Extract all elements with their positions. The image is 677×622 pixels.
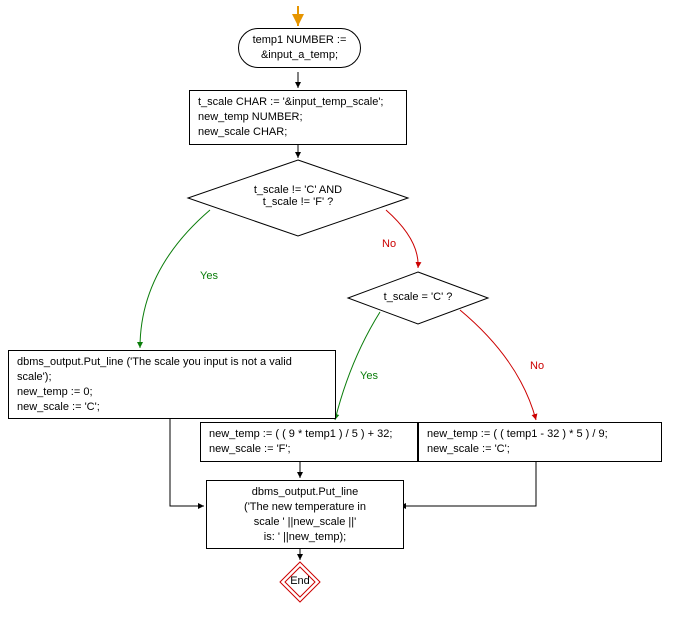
edge-label-no: No xyxy=(382,238,396,250)
node-condition-scale-valid: t_scale != 'C' AND t_scale != 'F' ? xyxy=(232,184,364,208)
node-output: dbms_output.Put_line ('The new temperatu… xyxy=(206,480,404,549)
node-end: End xyxy=(289,575,311,587)
node-convert-c-to-f: new_temp := ( ( 9 * temp1 ) / 5 ) + 32; … xyxy=(200,422,418,462)
node-text: new_temp := ( ( temp1 - 32 ) * 5 ) / 9; … xyxy=(427,428,608,455)
node-text: t_scale != 'C' AND t_scale != 'F' ? xyxy=(254,184,342,208)
edge-label-yes: Yes xyxy=(360,370,378,382)
node-text: End xyxy=(290,575,310,587)
node-declarations: t_scale CHAR := '&input_temp_scale'; new… xyxy=(189,90,407,145)
node-start-declaration: temp1 NUMBER := &input_a_temp; xyxy=(238,28,361,68)
node-invalid-scale: dbms_output.Put_line ('The scale you inp… xyxy=(8,350,336,419)
node-text: t_scale = 'C' ? xyxy=(384,291,453,303)
edge-label-no: No xyxy=(530,360,544,372)
node-text: temp1 NUMBER := &input_a_temp; xyxy=(253,34,347,61)
node-text: dbms_output.Put_line ('The new temperatu… xyxy=(244,486,366,543)
edge-label-yes: Yes xyxy=(200,270,218,282)
node-convert-f-to-c: new_temp := ( ( temp1 - 32 ) * 5 ) / 9; … xyxy=(418,422,662,462)
node-condition-is-celsius: t_scale = 'C' ? xyxy=(372,291,464,303)
node-text: new_temp := ( ( 9 * temp1 ) / 5 ) + 32; … xyxy=(209,428,392,455)
node-text: dbms_output.Put_line ('The scale you inp… xyxy=(17,356,292,413)
node-text: t_scale CHAR := '&input_temp_scale'; new… xyxy=(198,96,384,138)
